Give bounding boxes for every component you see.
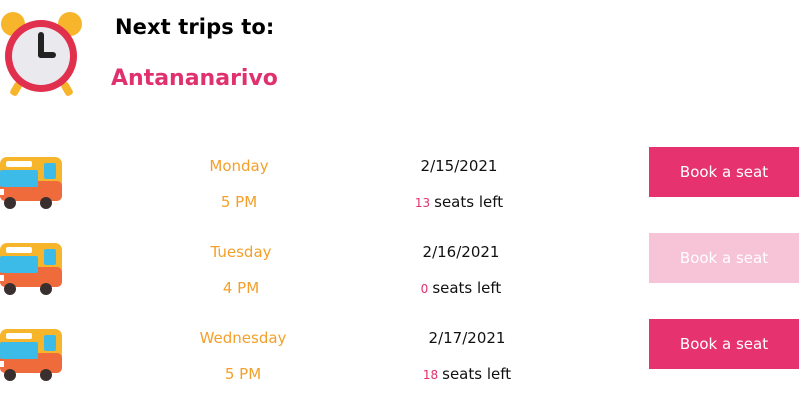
trip-time: 5 PM	[220, 193, 258, 211]
trip-date: 2/17/2021	[428, 329, 506, 347]
seats-label: seats left	[442, 365, 512, 383]
destination-name: Antananarivo	[111, 66, 278, 91]
seats-count: 18	[422, 368, 439, 382]
seats-label: seats left	[432, 279, 502, 297]
seats-left: 18 seats left	[367, 365, 567, 383]
trip-date: 2/15/2021	[420, 157, 498, 175]
bus-icon	[0, 329, 62, 381]
alarm-clock-icon	[1, 12, 82, 96]
seats-left: 0 seats left	[361, 279, 561, 297]
seats-count: 0	[420, 282, 429, 296]
book-seat-button[interactable]: Book a seat	[649, 233, 799, 283]
trip-day: Wednesday	[199, 329, 287, 347]
bus-icon	[0, 157, 62, 209]
trip-date: 2/16/2021	[422, 243, 500, 261]
seats-left: 13 seats left	[359, 193, 559, 211]
trip-time: 4 PM	[222, 279, 260, 297]
trip-time: 5 PM	[224, 365, 262, 383]
seats-label: seats left	[434, 193, 504, 211]
bus-icon	[0, 243, 62, 295]
seats-count: 13	[414, 196, 431, 210]
trip-row: Tuesday 4 PM 2/16/2021 0 seats left Book …	[0, 233, 804, 311]
book-seat-button[interactable]: Book a seat	[649, 147, 799, 197]
trip-day: Tuesday	[210, 243, 272, 261]
book-seat-button[interactable]: Book a seat	[649, 319, 799, 369]
trip-day: Monday	[209, 157, 269, 175]
page-title: Next trips to:	[115, 15, 275, 39]
trip-row: Wednesday 5 PM 2/17/2021 18 seats left Bo…	[0, 319, 804, 397]
trip-row: Monday 5 PM 2/15/2021 13 seats left Book …	[0, 147, 804, 225]
